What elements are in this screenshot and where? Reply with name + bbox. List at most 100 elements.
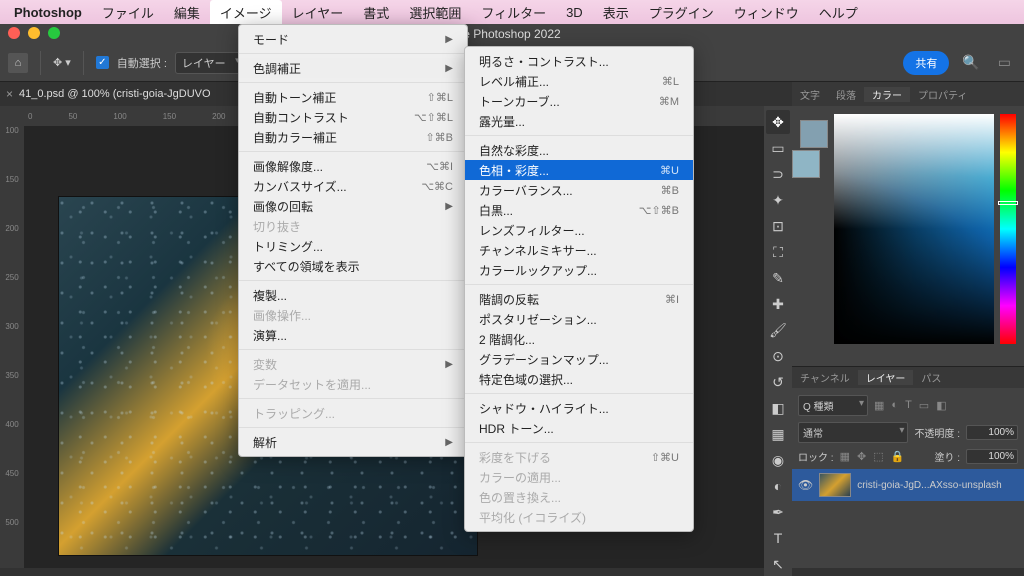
- bg-color-swatch[interactable]: [800, 120, 828, 148]
- menu-item[interactable]: 2 階調化...: [465, 329, 693, 349]
- menu-item[interactable]: 明るさ・コントラスト...: [465, 51, 693, 71]
- wand-tool[interactable]: ✦: [766, 188, 790, 212]
- close-tab-icon[interactable]: ×: [6, 87, 13, 101]
- hue-cursor[interactable]: [998, 201, 1018, 205]
- menu-item[interactable]: すべての領域を表示: [239, 256, 467, 276]
- menu-item[interactable]: 特定色域の選択...: [465, 369, 693, 389]
- stamp-tool[interactable]: ⊙: [766, 344, 790, 368]
- brush-tool[interactable]: 🖌: [766, 318, 790, 342]
- menu-item[interactable]: HDR トーン...: [465, 418, 693, 438]
- menu-view[interactable]: 表示: [593, 0, 639, 25]
- blur-tool[interactable]: ◉: [766, 448, 790, 472]
- layer-filter-dropdown[interactable]: Q 種類: [798, 395, 868, 416]
- move-tool-icon[interactable]: ✥ ▾: [53, 56, 71, 69]
- menu-item[interactable]: グラデーションマップ...: [465, 349, 693, 369]
- layer-visibility-icon[interactable]: 👁: [798, 478, 813, 492]
- menu-item[interactable]: カラーバランス...⌘B: [465, 180, 693, 200]
- tab-channels[interactable]: チャンネル: [792, 370, 858, 385]
- opacity-input[interactable]: 100%: [966, 425, 1018, 440]
- tab-paragraph[interactable]: 段落: [828, 87, 864, 102]
- lock-artboard-icon[interactable]: ⬚: [873, 450, 883, 463]
- filter-pixel-icon[interactable]: ▦: [874, 399, 884, 412]
- menu-item[interactable]: トリミング...: [239, 236, 467, 256]
- tab-color[interactable]: カラー: [864, 87, 910, 102]
- menu-item[interactable]: レンズフィルター...: [465, 220, 693, 240]
- menu-item[interactable]: 複製...: [239, 285, 467, 305]
- fg-color-swatch[interactable]: [792, 150, 820, 178]
- layer-thumbnail[interactable]: [819, 473, 851, 497]
- hue-slider[interactable]: [1000, 114, 1016, 344]
- menu-file[interactable]: ファイル: [92, 0, 164, 25]
- menu-help[interactable]: ヘルプ: [809, 0, 868, 25]
- menu-item[interactable]: 画像解像度...⌥⌘I: [239, 156, 467, 176]
- color-picker-field[interactable]: [834, 114, 994, 344]
- path-tool[interactable]: ↖: [766, 552, 790, 576]
- move-tool[interactable]: ✥: [766, 110, 790, 134]
- menu-item[interactable]: トーンカーブ...⌘M: [465, 91, 693, 111]
- fill-input[interactable]: 100%: [966, 449, 1018, 464]
- layer-row[interactable]: 👁 cristi-goia-JgD...AXsso-unsplash: [792, 469, 1024, 501]
- dodge-tool[interactable]: ◐: [766, 474, 790, 498]
- tab-properties[interactable]: プロパティ: [910, 87, 975, 102]
- menu-window[interactable]: ウィンドウ: [724, 0, 809, 25]
- lasso-tool[interactable]: ⊃: [766, 162, 790, 186]
- search-icon[interactable]: 🔍: [962, 54, 979, 71]
- menu-item[interactable]: カンバスサイズ...⌥⌘C: [239, 176, 467, 196]
- menu-filter[interactable]: フィルター: [471, 0, 556, 25]
- fg-bg-swatch[interactable]: [800, 114, 828, 358]
- close-window-icon[interactable]: [8, 27, 20, 39]
- menu-item[interactable]: カラールックアップ...: [465, 260, 693, 280]
- menu-item[interactable]: 自動カラー補正⇧⌘B: [239, 127, 467, 147]
- tab-character[interactable]: 文字: [792, 87, 828, 102]
- minimize-window-icon[interactable]: [28, 27, 40, 39]
- menu-3d[interactable]: 3D: [556, 2, 593, 23]
- menu-layer[interactable]: レイヤー: [282, 0, 354, 25]
- menu-item[interactable]: 階調の反転⌘I: [465, 289, 693, 309]
- layer-name[interactable]: cristi-goia-JgD...AXsso-unsplash: [857, 480, 1002, 491]
- document-tab-label[interactable]: 41_0.psd @ 100% (cristi-goia-JgDUVO: [19, 88, 211, 100]
- frame-tool[interactable]: ⛶: [766, 240, 790, 264]
- menu-item[interactable]: ポスタリゼーション...: [465, 309, 693, 329]
- menu-item[interactable]: 画像の回転▶: [239, 196, 467, 216]
- heal-tool[interactable]: ✚: [766, 292, 790, 316]
- menu-item[interactable]: チャンネルミキサー...: [465, 240, 693, 260]
- menu-plugin[interactable]: プラグイン: [639, 0, 724, 25]
- maximize-window-icon[interactable]: [48, 27, 60, 39]
- menu-item[interactable]: 自動トーン補正⇧⌘L: [239, 87, 467, 107]
- tab-layers[interactable]: レイヤー: [858, 370, 914, 385]
- type-tool[interactable]: T: [766, 526, 790, 550]
- crop-tool[interactable]: ⊡: [766, 214, 790, 238]
- app-name[interactable]: Photoshop: [14, 5, 82, 20]
- menu-item[interactable]: レベル補正...⌘L: [465, 71, 693, 91]
- menu-item[interactable]: モード▶: [239, 29, 467, 49]
- lock-all-icon[interactable]: 🔒: [891, 450, 905, 463]
- menu-item[interactable]: 色相・彩度...⌘U: [465, 160, 693, 180]
- lock-position-icon[interactable]: ✥: [857, 450, 866, 463]
- home-icon[interactable]: ⌂: [8, 53, 28, 73]
- menu-item[interactable]: シャドウ・ハイライト...: [465, 398, 693, 418]
- eyedropper-tool[interactable]: ✎: [766, 266, 790, 290]
- filter-type-icon[interactable]: T: [905, 399, 912, 412]
- history-brush-tool[interactable]: ↺: [766, 370, 790, 394]
- menu-item[interactable]: 解析▶: [239, 432, 467, 452]
- tab-paths[interactable]: パス: [913, 370, 949, 385]
- share-button[interactable]: 共有: [903, 51, 949, 75]
- pen-tool[interactable]: ✒: [766, 500, 790, 524]
- menu-item[interactable]: 自動コントラスト⌥⇧⌘L: [239, 107, 467, 127]
- menu-select[interactable]: 選択範囲: [399, 0, 471, 25]
- autoselect-dropdown[interactable]: レイヤー: [175, 52, 245, 74]
- filter-adjust-icon[interactable]: ◐: [891, 399, 898, 412]
- menu-item[interactable]: 色調補正▶: [239, 58, 467, 78]
- gradient-tool[interactable]: ▦: [766, 422, 790, 446]
- lock-pixels-icon[interactable]: ▦: [840, 450, 850, 463]
- menu-type[interactable]: 書式: [353, 0, 399, 25]
- menu-item[interactable]: 自然な彩度...: [465, 140, 693, 160]
- menu-image[interactable]: イメージ: [210, 0, 282, 25]
- marquee-tool[interactable]: ▭: [766, 136, 790, 160]
- autoselect-checkbox[interactable]: ✓: [96, 56, 109, 69]
- menu-item[interactable]: 白黒...⌥⇧⌘B: [465, 200, 693, 220]
- filter-smart-icon[interactable]: ◧: [936, 399, 946, 412]
- menu-item[interactable]: 演算...: [239, 325, 467, 345]
- menu-edit[interactable]: 編集: [164, 0, 210, 25]
- menu-item[interactable]: 露光量...: [465, 111, 693, 131]
